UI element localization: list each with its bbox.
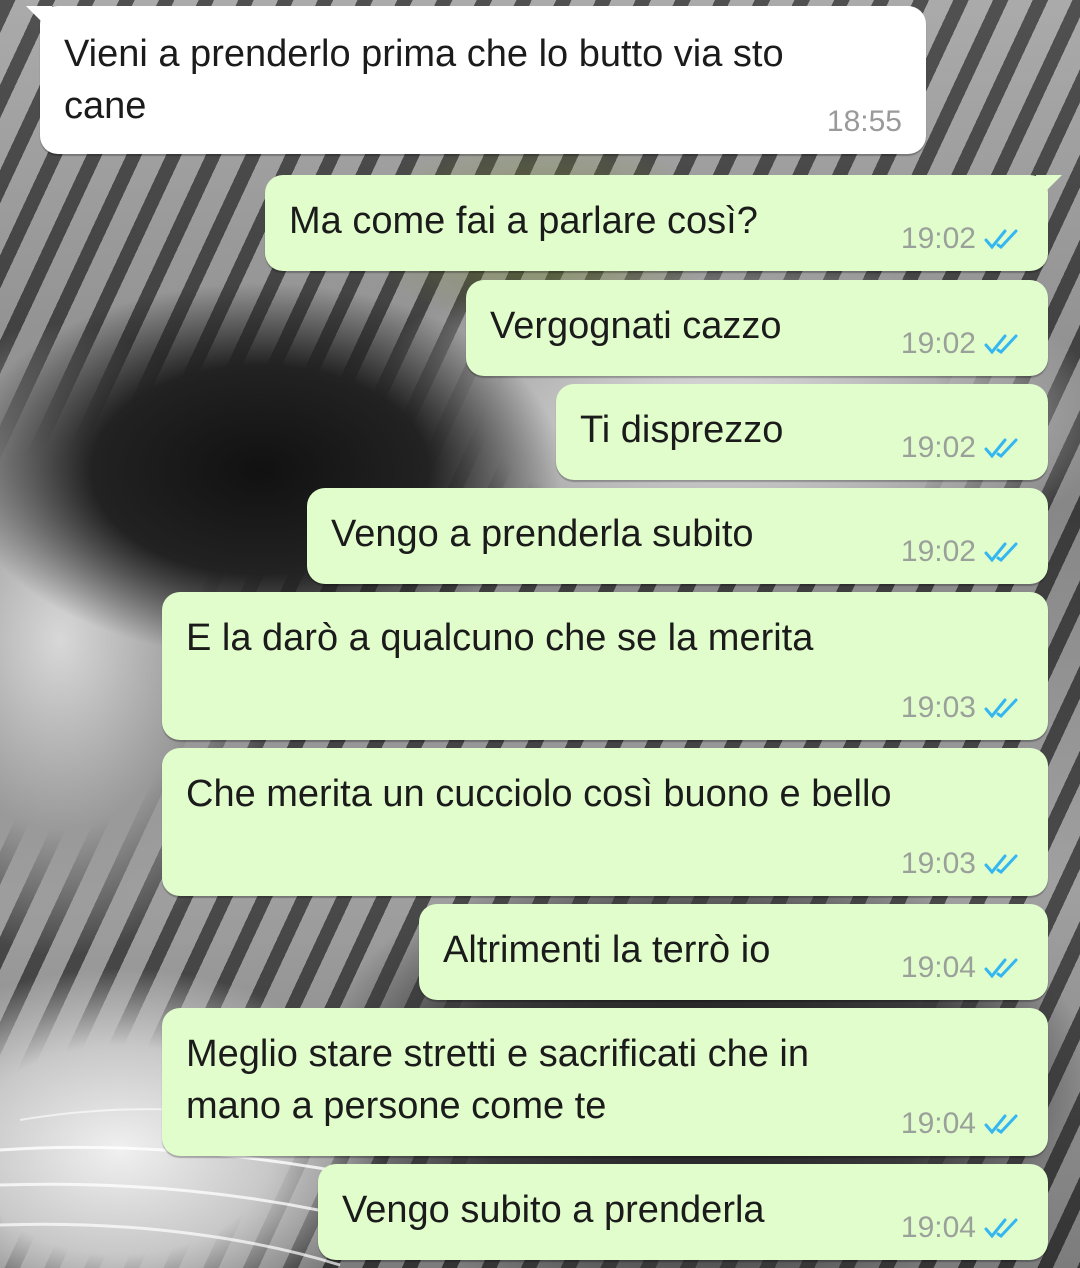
double-check-read-icon bbox=[984, 854, 1018, 875]
message-bubble-outgoing[interactable]: Vengo a prenderla subito 19:02 bbox=[307, 488, 1048, 584]
message-meta: 19:03 bbox=[901, 846, 1024, 882]
message-text: Vengo a prenderla subito bbox=[331, 513, 754, 555]
message-meta: 19:02 bbox=[901, 430, 1024, 466]
message-bubble-outgoing[interactable]: Ma come fai a parlare così? 19:02 bbox=[265, 175, 1062, 271]
message-timestamp: 19:04 bbox=[900, 951, 976, 984]
message-text: Meglio stare stretti e sacrificati che i… bbox=[186, 1033, 810, 1127]
message-meta: 19:04 bbox=[901, 950, 1024, 986]
double-check-read-icon bbox=[984, 334, 1018, 355]
double-check-read-icon bbox=[984, 698, 1018, 719]
message-timestamp: 19:02 bbox=[900, 327, 976, 360]
message-text: Vergognati cazzo bbox=[490, 305, 782, 347]
message-timestamp: 19:02 bbox=[900, 535, 976, 568]
message-bubble-outgoing[interactable]: Meglio stare stretti e sacrificati che i… bbox=[162, 1008, 1048, 1156]
bubble-tail bbox=[1036, 175, 1062, 201]
double-check-read-icon bbox=[984, 958, 1018, 979]
message-bubble-outgoing[interactable]: Altrimenti la terrò io 19:04 bbox=[419, 904, 1048, 1000]
double-check-read-icon bbox=[984, 229, 1018, 250]
message-meta: 19:04 bbox=[901, 1210, 1024, 1246]
message-bubble-outgoing[interactable]: Vergognati cazzo 19:02 bbox=[466, 280, 1048, 376]
message-text: Altrimenti la terrò io bbox=[443, 929, 771, 971]
double-check-read-icon bbox=[984, 1114, 1018, 1135]
message-timestamp: 19:02 bbox=[900, 222, 976, 255]
message-meta: 19:02 bbox=[901, 534, 1024, 570]
message-timestamp: 19:04 bbox=[900, 1211, 976, 1244]
message-text: Che merita un cucciolo così buono e bell… bbox=[186, 773, 892, 815]
message-timestamp: 19:02 bbox=[900, 431, 976, 464]
message-bubble-outgoing[interactable]: Che merita un cucciolo così buono e bell… bbox=[162, 748, 1048, 896]
message-bubble-outgoing[interactable]: Vengo subito a prenderla 19:04 bbox=[318, 1164, 1048, 1260]
message-text: Ma come fai a parlare così? bbox=[289, 200, 758, 242]
double-check-read-icon bbox=[984, 1218, 1018, 1239]
message-bubble-incoming[interactable]: Vieni a prenderlo prima che lo butto via… bbox=[26, 6, 926, 154]
message-timestamp: 19:03 bbox=[900, 691, 976, 724]
message-bubble-outgoing[interactable]: E la darò a qualcuno che se la merita 19… bbox=[162, 592, 1048, 740]
message-bubble-outgoing[interactable]: Ti disprezzo 19:02 bbox=[556, 384, 1048, 480]
bubble-tail bbox=[26, 6, 52, 32]
message-timestamp: 19:04 bbox=[900, 1107, 976, 1140]
message-meta: 19:02 bbox=[901, 326, 1024, 362]
message-meta: 19:04 bbox=[901, 1106, 1024, 1142]
message-text: Vengo subito a prenderla bbox=[342, 1189, 765, 1231]
message-text: E la darò a qualcuno che se la merita bbox=[186, 617, 814, 659]
message-timestamp: 19:03 bbox=[900, 847, 976, 880]
message-meta: 19:03 bbox=[901, 690, 1024, 726]
message-meta: 19:02 bbox=[901, 221, 1024, 257]
double-check-read-icon bbox=[984, 542, 1018, 563]
message-timestamp: 18:55 bbox=[826, 105, 902, 138]
message-text: Ti disprezzo bbox=[580, 409, 784, 451]
message-text: Vieni a prenderlo prima che lo butto via… bbox=[64, 33, 784, 127]
double-check-read-icon bbox=[984, 438, 1018, 459]
message-meta: 18:55 bbox=[827, 104, 902, 140]
